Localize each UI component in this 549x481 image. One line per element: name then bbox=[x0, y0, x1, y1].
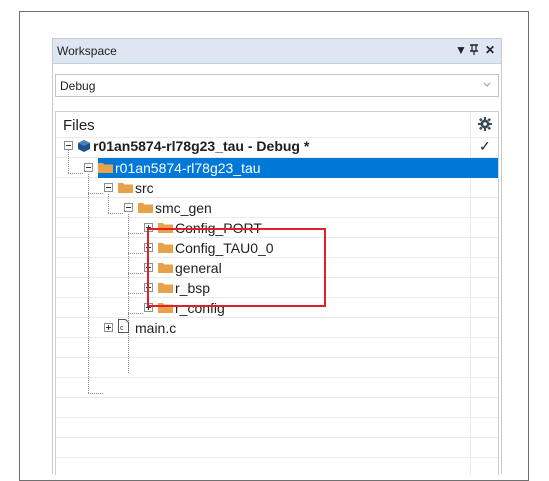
tree-connector bbox=[128, 293, 143, 294]
workspace-title: Workspace bbox=[57, 44, 117, 58]
main-c-label: main.c bbox=[135, 320, 177, 336]
root-folder-label: r01an5874-rl78g23_tau bbox=[115, 160, 261, 176]
row-divider bbox=[56, 437, 498, 438]
row-divider bbox=[56, 197, 498, 198]
row-divider bbox=[56, 317, 498, 318]
gear-icon[interactable] bbox=[477, 116, 493, 132]
collapse-toggle[interactable] bbox=[124, 203, 133, 212]
folder-icon bbox=[138, 203, 153, 213]
checkmark-icon: ✓ bbox=[479, 138, 491, 154]
row-divider bbox=[56, 357, 498, 358]
tree-item-project[interactable]: r01an5874-rl78g23_tau - Debug * bbox=[93, 136, 468, 156]
collapse-toggle[interactable] bbox=[104, 183, 113, 192]
row-divider bbox=[56, 457, 498, 458]
build-config-combo[interactable]: Debug bbox=[55, 74, 499, 97]
row-divider bbox=[56, 337, 498, 338]
chevron-down-icon bbox=[483, 82, 491, 87]
tree-item-root-folder[interactable]: r01an5874-rl78g23_tau bbox=[115, 158, 475, 178]
collapse-toggle[interactable] bbox=[84, 163, 93, 172]
row-divider bbox=[56, 397, 498, 398]
tree-connector bbox=[128, 233, 143, 234]
highlight-annotation-box bbox=[147, 228, 326, 307]
folder-icon bbox=[118, 183, 133, 193]
project-icon bbox=[78, 140, 90, 152]
workspace-titlebar: Workspace ▼ ✕ bbox=[53, 39, 501, 64]
smc-gen-label: smc_gen bbox=[155, 200, 212, 216]
build-config-value: Debug bbox=[60, 79, 96, 93]
tree-connector bbox=[68, 173, 83, 174]
close-icon[interactable]: ✕ bbox=[482, 41, 498, 59]
row-divider bbox=[56, 217, 498, 218]
row-divider bbox=[56, 377, 498, 378]
tree-connector bbox=[68, 146, 69, 173]
expand-toggle[interactable] bbox=[104, 323, 113, 332]
svg-text:c: c bbox=[120, 325, 124, 332]
tree-connector bbox=[108, 213, 123, 214]
c-file-icon: c bbox=[118, 319, 129, 333]
pin-icon[interactable] bbox=[466, 41, 482, 59]
tree-connector bbox=[88, 393, 103, 394]
files-header: Files bbox=[63, 117, 95, 134]
tree-connector bbox=[128, 253, 143, 254]
tree-connector bbox=[128, 273, 143, 274]
folder-icon bbox=[98, 163, 113, 173]
src-label: src bbox=[135, 180, 154, 196]
tree-connector bbox=[88, 174, 89, 393]
collapse-toggle[interactable] bbox=[64, 141, 73, 150]
project-label: r01an5874-rl78g23_tau - Debug * bbox=[93, 138, 310, 154]
tree-connector bbox=[128, 313, 143, 314]
tree-connector bbox=[88, 193, 103, 194]
tree-connector bbox=[108, 194, 109, 213]
row-divider bbox=[56, 417, 498, 418]
